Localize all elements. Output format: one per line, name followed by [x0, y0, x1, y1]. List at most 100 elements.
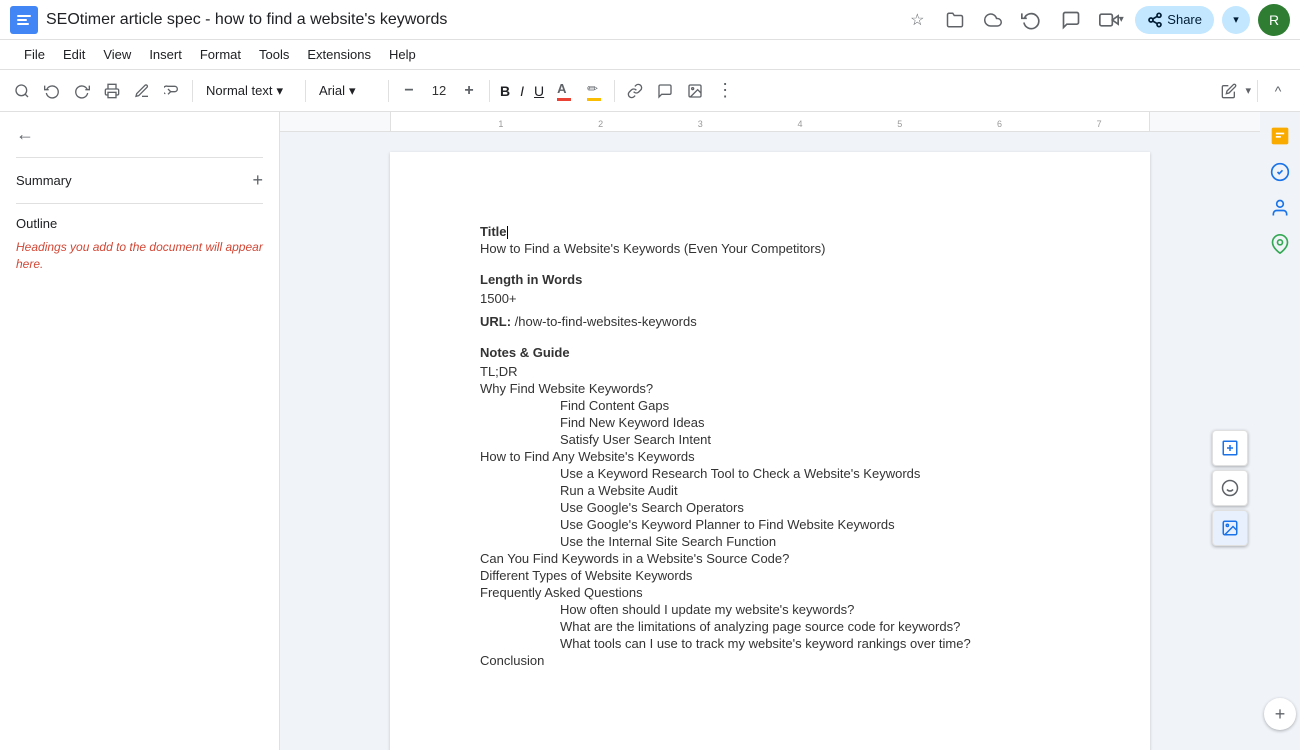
toc-item: Use Google's Keyword Planner to Find Web…: [480, 517, 1060, 532]
toc-item: Can You Find Keywords in a Website's Sou…: [480, 551, 1060, 566]
doc-title-label: Title: [480, 224, 1060, 239]
doc-url-label: URL:: [480, 314, 511, 329]
separator-4: [489, 80, 490, 102]
comment-toolbar-button[interactable]: [651, 77, 679, 105]
style-dropdown[interactable]: Normal text ▾: [199, 79, 299, 103]
summary-section: Summary +: [0, 158, 279, 203]
underline-button[interactable]: U: [530, 77, 548, 105]
separator-1: [192, 80, 193, 102]
font-size-increase[interactable]: +: [455, 77, 483, 105]
title-bar: SEOtimer article spec - how to find a we…: [0, 0, 1300, 40]
toc-item: Use a Keyword Research Tool to Check a W…: [480, 466, 1060, 481]
folder-icon[interactable]: [941, 6, 969, 34]
doc-length-heading: Length in Words: [480, 272, 1060, 287]
comment-button[interactable]: [1055, 4, 1087, 36]
image-toolbar-button[interactable]: [681, 77, 709, 105]
toc-item: TL;DR: [480, 364, 1060, 379]
title-right: ▾ Share ▾ R: [1015, 4, 1290, 36]
video-button[interactable]: ▾: [1095, 4, 1127, 36]
toc-item: What tools can I use to track my website…: [480, 636, 1060, 651]
collapse-toolbar-button[interactable]: ^: [1264, 77, 1292, 105]
document-wrapper: Title How to Find a Website's Keywords (…: [280, 132, 1260, 750]
toc-item: Find New Keyword Ideas: [480, 415, 1060, 430]
menu-file[interactable]: File: [16, 43, 53, 66]
fab-image-button[interactable]: [1212, 510, 1248, 546]
document-title: SEOtimer article spec - how to find a we…: [46, 11, 895, 29]
document-area[interactable]: 1 2 3 4 5 6 7 Title How to Find a Websit…: [280, 112, 1260, 750]
doc-title-value: How to Find a Website's Keywords (Even Y…: [480, 241, 1060, 256]
fab-add-button[interactable]: [1212, 430, 1248, 466]
toc-item: Conclusion: [480, 653, 1060, 668]
toc-item: What are the limitations of analyzing pa…: [480, 619, 1060, 634]
link-button[interactable]: [621, 77, 649, 105]
menu-format[interactable]: Format: [192, 43, 249, 66]
outline-title: Outline: [16, 216, 263, 231]
undo-button[interactable]: [38, 77, 66, 105]
share-dropdown-button[interactable]: ▾: [1222, 6, 1250, 34]
floating-actions: [1212, 430, 1248, 546]
summary-title: Summary: [16, 173, 72, 188]
print-button[interactable]: [98, 77, 126, 105]
italic-button[interactable]: I: [516, 77, 528, 105]
toc-item: Use Google's Search Operators: [480, 500, 1060, 515]
separator-5: [614, 80, 615, 102]
app-icon: [10, 6, 38, 34]
cloud-icon[interactable]: [979, 6, 1007, 34]
doc-url-value: /how-to-find-websites-keywords: [515, 314, 697, 329]
sidebar-header: ←: [0, 112, 279, 157]
menu-view[interactable]: View: [95, 43, 139, 66]
doc-notes-heading: Notes & Guide: [480, 345, 1060, 360]
avatar[interactable]: R: [1258, 4, 1290, 36]
toc-item: Different Types of Website Keywords: [480, 568, 1060, 583]
history-button[interactable]: [1015, 4, 1047, 36]
font-size-control: − 12 +: [395, 77, 483, 105]
sticky-note-icon[interactable]: [1264, 120, 1296, 152]
menu-extensions[interactable]: Extensions: [299, 43, 379, 66]
font-size-value[interactable]: 12: [425, 83, 453, 98]
title-icons: ☆: [903, 6, 1007, 34]
toc-item: Find Content Gaps: [480, 398, 1060, 413]
font-dropdown[interactable]: Arial ▾: [312, 79, 382, 103]
toc-item: Frequently Asked Questions: [480, 585, 1060, 600]
sidebar-back-button[interactable]: ←: [16, 124, 34, 145]
toc-item: How often should I update my website's k…: [480, 602, 1060, 617]
menu-insert[interactable]: Insert: [141, 43, 190, 66]
format-paint-button[interactable]: [158, 77, 186, 105]
document-page[interactable]: Title How to Find a Website's Keywords (…: [390, 152, 1150, 750]
redo-button[interactable]: [68, 77, 96, 105]
menu-tools[interactable]: Tools: [251, 43, 297, 66]
add-section-button[interactable]: +: [1264, 698, 1296, 730]
more-toolbar-button[interactable]: ⋮: [711, 77, 739, 105]
outline-section: Outline Headings you add to the document…: [0, 204, 279, 285]
star-icon[interactable]: ☆: [903, 6, 931, 34]
text-color-button[interactable]: A: [550, 77, 578, 105]
separator-6: [1257, 80, 1258, 102]
share-button[interactable]: Share: [1135, 6, 1214, 34]
cursor: [507, 226, 508, 239]
sidebar: ← Summary + Outline Headings you add to …: [0, 112, 280, 750]
spell-check-button[interactable]: [128, 77, 156, 105]
menu-help[interactable]: Help: [381, 43, 424, 66]
tasks-icon[interactable]: [1264, 156, 1296, 188]
summary-add-button[interactable]: +: [252, 170, 263, 191]
toc-item: How to Find Any Website's Keywords: [480, 449, 1060, 464]
highlight-button[interactable]: ✏: [580, 77, 608, 105]
separator-2: [305, 80, 306, 102]
fab-emoji-button[interactable]: [1212, 470, 1248, 506]
separator-3: [388, 80, 389, 102]
right-panel: +: [1260, 112, 1300, 750]
summary-header: Summary +: [16, 170, 263, 191]
outline-hint: Headings you add to the document will ap…: [16, 239, 263, 273]
maps-icon[interactable]: [1264, 228, 1296, 260]
edit-mode-button[interactable]: [1215, 77, 1243, 105]
contacts-icon[interactable]: [1264, 192, 1296, 224]
font-size-decrease[interactable]: −: [395, 77, 423, 105]
menu-edit[interactable]: Edit: [55, 43, 93, 66]
search-toolbar-btn[interactable]: [8, 77, 36, 105]
menu-bar: File Edit View Insert Format Tools Exten…: [0, 40, 1300, 70]
toc-item: Satisfy User Search Intent: [480, 432, 1060, 447]
doc-length-value: 1500+: [480, 291, 1060, 306]
main-layout: ← Summary + Outline Headings you add to …: [0, 112, 1300, 750]
toolbar: Normal text ▾ Arial ▾ − 12 + B I U A ✏ ⋮: [0, 70, 1300, 112]
bold-button[interactable]: B: [496, 77, 514, 105]
